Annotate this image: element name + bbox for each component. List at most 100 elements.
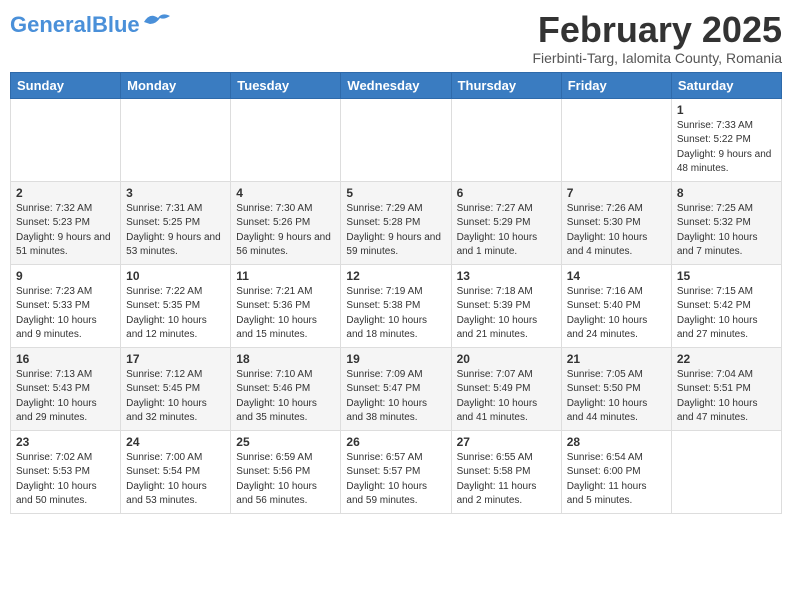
day-number: 27 — [457, 435, 556, 449]
calendar-cell: 25 Sunrise: 6:59 AM Sunset: 5:56 PM Dayli… — [231, 430, 341, 513]
day-header-saturday: Saturday — [671, 72, 781, 98]
logo-bird-icon — [142, 10, 172, 32]
calendar-cell: 1Sunrise: 7:33 AM Sunset: 5:22 PM Daylig… — [671, 98, 781, 181]
day-number: 10 — [126, 269, 225, 283]
calendar-cell: 18 Sunrise: 7:10 AM Sunset: 5:46 PM Dayli… — [231, 347, 341, 430]
calendar-cell: 16Sunrise: 7:13 AM Sunset: 5:43 PM Dayli… — [11, 347, 121, 430]
calendar-cell — [561, 98, 671, 181]
day-info: Sunrise: 7:21 AM Sunset: 5:36 PM Dayligh… — [236, 285, 335, 343]
day-info: Sunrise: 6:59 AM Sunset: 5:56 PM Dayligh… — [236, 451, 335, 509]
calendar-cell: 13 Sunrise: 7:18 AM Sunset: 5:39 PM Dayli… — [451, 264, 561, 347]
calendar-cell: 17Sunrise: 7:12 AM Sunset: 5:45 PM Dayli… — [121, 347, 231, 430]
page-header: GeneralBlue February 2025 Fierbinti-Targ… — [10, 10, 782, 66]
calendar-cell: 10Sunrise: 7:22 AM Sunset: 5:35 PM Dayli… — [121, 264, 231, 347]
day-info: Sunrise: 7:16 AM Sunset: 5:40 PM Dayligh… — [567, 285, 666, 343]
day-number: 1 — [677, 103, 776, 117]
day-info: Sunrise: 6:55 AM Sunset: 5:58 PM Dayligh… — [457, 451, 556, 509]
calendar-cell: 3 Sunrise: 7:31 AM Sunset: 5:25 PM Daylig… — [121, 181, 231, 264]
day-header-sunday: Sunday — [11, 72, 121, 98]
day-info: Sunrise: 7:04 AM Sunset: 5:51 PM Dayligh… — [677, 368, 776, 426]
day-info: Sunrise: 7:29 AM Sunset: 5:28 PM Dayligh… — [346, 202, 445, 260]
calendar-cell: 22 Sunrise: 7:04 AM Sunset: 5:51 PM Dayli… — [671, 347, 781, 430]
day-number: 12 — [346, 269, 445, 283]
calendar-cell: 9 Sunrise: 7:23 AM Sunset: 5:33 PM Daylig… — [11, 264, 121, 347]
calendar-cell: 19 Sunrise: 7:09 AM Sunset: 5:47 PM Dayli… — [341, 347, 451, 430]
day-info: Sunrise: 7:05 AM Sunset: 5:50 PM Dayligh… — [567, 368, 666, 426]
week-row-4: 16Sunrise: 7:13 AM Sunset: 5:43 PM Dayli… — [11, 347, 782, 430]
day-number: 6 — [457, 186, 556, 200]
calendar-cell: 2 Sunrise: 7:32 AM Sunset: 5:23 PM Daylig… — [11, 181, 121, 264]
calendar-cell: 7Sunrise: 7:26 AM Sunset: 5:30 PM Daylig… — [561, 181, 671, 264]
day-info: Sunrise: 6:57 AM Sunset: 5:57 PM Dayligh… — [346, 451, 445, 509]
day-info: Sunrise: 7:12 AM Sunset: 5:45 PM Dayligh… — [126, 368, 225, 426]
day-info: Sunrise: 7:32 AM Sunset: 5:23 PM Dayligh… — [16, 202, 115, 260]
day-number: 23 — [16, 435, 115, 449]
logo-general: General — [10, 12, 92, 37]
day-number: 14 — [567, 269, 666, 283]
calendar-cell — [451, 98, 561, 181]
day-number: 28 — [567, 435, 666, 449]
logo-blue: Blue — [92, 12, 140, 37]
day-number: 22 — [677, 352, 776, 366]
title-area: February 2025 Fierbinti-Targ, Ialomita C… — [532, 10, 782, 66]
day-info: Sunrise: 7:02 AM Sunset: 5:53 PM Dayligh… — [16, 451, 115, 509]
calendar-cell — [671, 430, 781, 513]
calendar-cell: 14 Sunrise: 7:16 AM Sunset: 5:40 PM Dayli… — [561, 264, 671, 347]
day-info: Sunrise: 7:00 AM Sunset: 5:54 PM Dayligh… — [126, 451, 225, 509]
day-header-thursday: Thursday — [451, 72, 561, 98]
day-header-wednesday: Wednesday — [341, 72, 451, 98]
day-header-friday: Friday — [561, 72, 671, 98]
calendar-cell — [11, 98, 121, 181]
calendar-cell: 5 Sunrise: 7:29 AM Sunset: 5:28 PM Daylig… — [341, 181, 451, 264]
calendar-cell: 24 Sunrise: 7:00 AM Sunset: 5:54 PM Dayli… — [121, 430, 231, 513]
day-number: 18 — [236, 352, 335, 366]
logo: GeneralBlue — [10, 14, 172, 36]
day-number: 13 — [457, 269, 556, 283]
calendar-cell: 4 Sunrise: 7:30 AM Sunset: 5:26 PM Daylig… — [231, 181, 341, 264]
day-info: Sunrise: 7:10 AM Sunset: 5:46 PM Dayligh… — [236, 368, 335, 426]
day-info: Sunrise: 7:09 AM Sunset: 5:47 PM Dayligh… — [346, 368, 445, 426]
week-row-3: 9 Sunrise: 7:23 AM Sunset: 5:33 PM Daylig… — [11, 264, 782, 347]
day-header-tuesday: Tuesday — [231, 72, 341, 98]
day-info: Sunrise: 7:23 AM Sunset: 5:33 PM Dayligh… — [16, 285, 115, 343]
day-number: 4 — [236, 186, 335, 200]
day-number: 16 — [16, 352, 115, 366]
calendar-cell — [341, 98, 451, 181]
calendar-cell: 27 Sunrise: 6:55 AM Sunset: 5:58 PM Dayli… — [451, 430, 561, 513]
day-info: Sunrise: 7:30 AM Sunset: 5:26 PM Dayligh… — [236, 202, 335, 260]
calendar-cell: 23 Sunrise: 7:02 AM Sunset: 5:53 PM Dayli… — [11, 430, 121, 513]
day-number: 26 — [346, 435, 445, 449]
calendar-cell: 28 Sunrise: 6:54 AM Sunset: 6:00 PM Dayli… — [561, 430, 671, 513]
day-info: Sunrise: 7:31 AM Sunset: 5:25 PM Dayligh… — [126, 202, 225, 260]
day-info: Sunrise: 7:15 AM Sunset: 5:42 PM Dayligh… — [677, 285, 776, 343]
day-info: Sunrise: 7:26 AM Sunset: 5:30 PM Dayligh… — [567, 202, 666, 260]
calendar-cell — [231, 98, 341, 181]
day-number: 3 — [126, 186, 225, 200]
calendar-cell: 26 Sunrise: 6:57 AM Sunset: 5:57 PM Dayli… — [341, 430, 451, 513]
week-row-2: 2 Sunrise: 7:32 AM Sunset: 5:23 PM Daylig… — [11, 181, 782, 264]
day-number: 24 — [126, 435, 225, 449]
calendar-cell: 20 Sunrise: 7:07 AM Sunset: 5:49 PM Dayli… — [451, 347, 561, 430]
day-number: 19 — [346, 352, 445, 366]
day-info: Sunrise: 7:27 AM Sunset: 5:29 PM Dayligh… — [457, 202, 556, 260]
logo-text: GeneralBlue — [10, 14, 140, 36]
day-number: 11 — [236, 269, 335, 283]
day-number: 25 — [236, 435, 335, 449]
calendar-cell: 11 Sunrise: 7:21 AM Sunset: 5:36 PM Dayli… — [231, 264, 341, 347]
calendar-cell: 21 Sunrise: 7:05 AM Sunset: 5:50 PM Dayli… — [561, 347, 671, 430]
location: Fierbinti-Targ, Ialomita County, Romania — [532, 50, 782, 66]
month-title: February 2025 — [532, 10, 782, 50]
day-info: Sunrise: 7:18 AM Sunset: 5:39 PM Dayligh… — [457, 285, 556, 343]
calendar-cell: 15 Sunrise: 7:15 AM Sunset: 5:42 PM Dayli… — [671, 264, 781, 347]
day-number: 2 — [16, 186, 115, 200]
day-header-row: SundayMondayTuesdayWednesdayThursdayFrid… — [11, 72, 782, 98]
day-info: Sunrise: 7:07 AM Sunset: 5:49 PM Dayligh… — [457, 368, 556, 426]
week-row-1: 1Sunrise: 7:33 AM Sunset: 5:22 PM Daylig… — [11, 98, 782, 181]
day-info: Sunrise: 6:54 AM Sunset: 6:00 PM Dayligh… — [567, 451, 666, 509]
day-number: 20 — [457, 352, 556, 366]
day-number: 9 — [16, 269, 115, 283]
day-number: 15 — [677, 269, 776, 283]
day-number: 5 — [346, 186, 445, 200]
calendar-table: SundayMondayTuesdayWednesdayThursdayFrid… — [10, 72, 782, 514]
day-number: 21 — [567, 352, 666, 366]
